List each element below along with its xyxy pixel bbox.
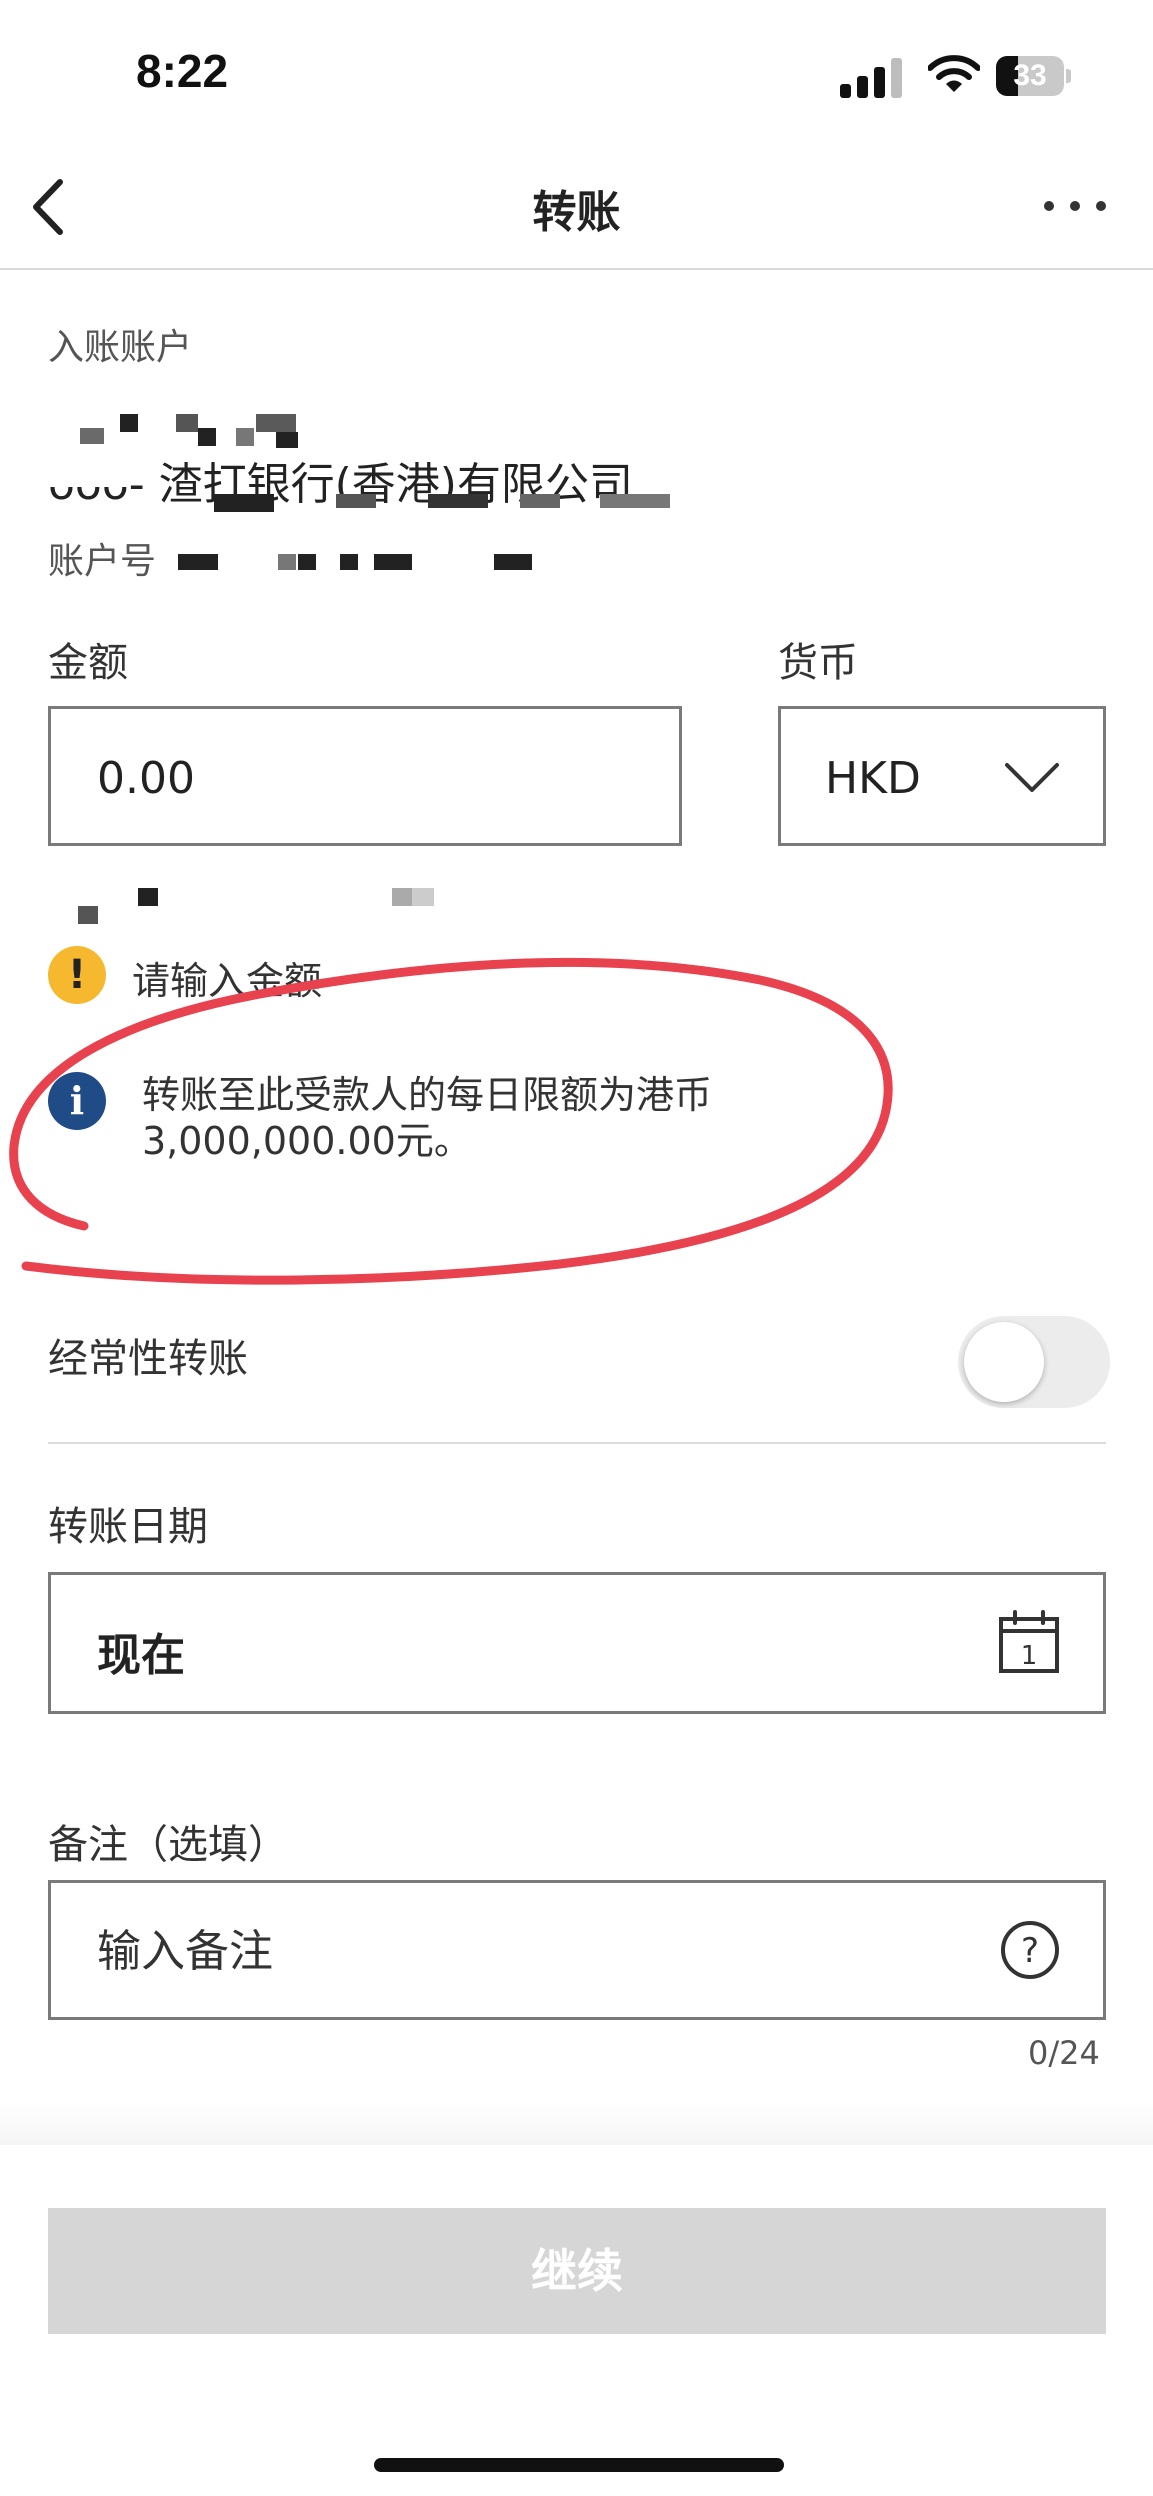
account-number-label: 账户号 (48, 541, 157, 582)
amount-label: 金额 (48, 640, 128, 686)
help-question-icon[interactable]: ? (999, 1919, 1061, 1981)
bank-code-partial: ᴗᴗᴗ (48, 459, 129, 510)
transfer-date-value: 现在 (97, 1630, 185, 1681)
transfer-date-field[interactable]: 现在 1 (48, 1572, 1106, 1714)
svg-text:1: 1 (1021, 1641, 1038, 1671)
amount-input[interactable]: 0.00 (48, 706, 682, 846)
page-title: 转账 (532, 187, 621, 238)
remark-char-counter: 0/24 (1028, 2034, 1100, 2072)
cellular-signal-icon (840, 58, 904, 98)
svg-text:?: ? (1021, 1931, 1039, 1971)
chevron-down-icon (1005, 763, 1059, 792)
navigation-bar: 转账 (0, 140, 1153, 270)
more-options-icon[interactable] (1040, 196, 1110, 216)
bottom-shadow (0, 2100, 1153, 2148)
wifi-icon (928, 55, 980, 92)
remark-placeholder: 输入备注 (97, 1926, 273, 1977)
payee-section-label: 入账账户 (48, 327, 193, 368)
daily-limit-info: 转账至此受款人的每日限额为港币 3,000,000.00元。 (142, 1072, 712, 1164)
recurring-transfer-toggle[interactable] (958, 1316, 1110, 1408)
status-time: 8:22 (136, 45, 229, 97)
currency-select[interactable]: HKD (778, 706, 1106, 846)
currency-label: 货币 (778, 640, 858, 686)
transfer-date-label: 转账日期 (48, 1504, 208, 1550)
daily-limit-line2: 3,000,000.00元。 (142, 1119, 472, 1163)
toggle-knob (964, 1322, 1044, 1402)
battery-icon: 33 (996, 56, 1072, 96)
recurring-transfer-label: 经常性转账 (48, 1336, 248, 1382)
continue-button[interactable]: 继续 (48, 2208, 1106, 2334)
battery-percent: 33 (1013, 59, 1047, 92)
remark-input[interactable]: 输入备注 ? (48, 1880, 1106, 2020)
info-icon: i (48, 1072, 106, 1130)
remark-label: 备注（选填） (48, 1822, 288, 1868)
daily-limit-line1: 转账至此受款人的每日限额为港币 (142, 1073, 713, 1117)
amount-warning-text: 请输入金额 (132, 959, 323, 1003)
warning-icon: ! (48, 946, 106, 1004)
home-indicator (374, 2458, 784, 2472)
divider (48, 1442, 1106, 1444)
calendar-icon[interactable]: 1 (997, 1609, 1061, 1675)
amount-value: 0.00 (97, 753, 195, 804)
currency-value: HKD (825, 753, 921, 804)
